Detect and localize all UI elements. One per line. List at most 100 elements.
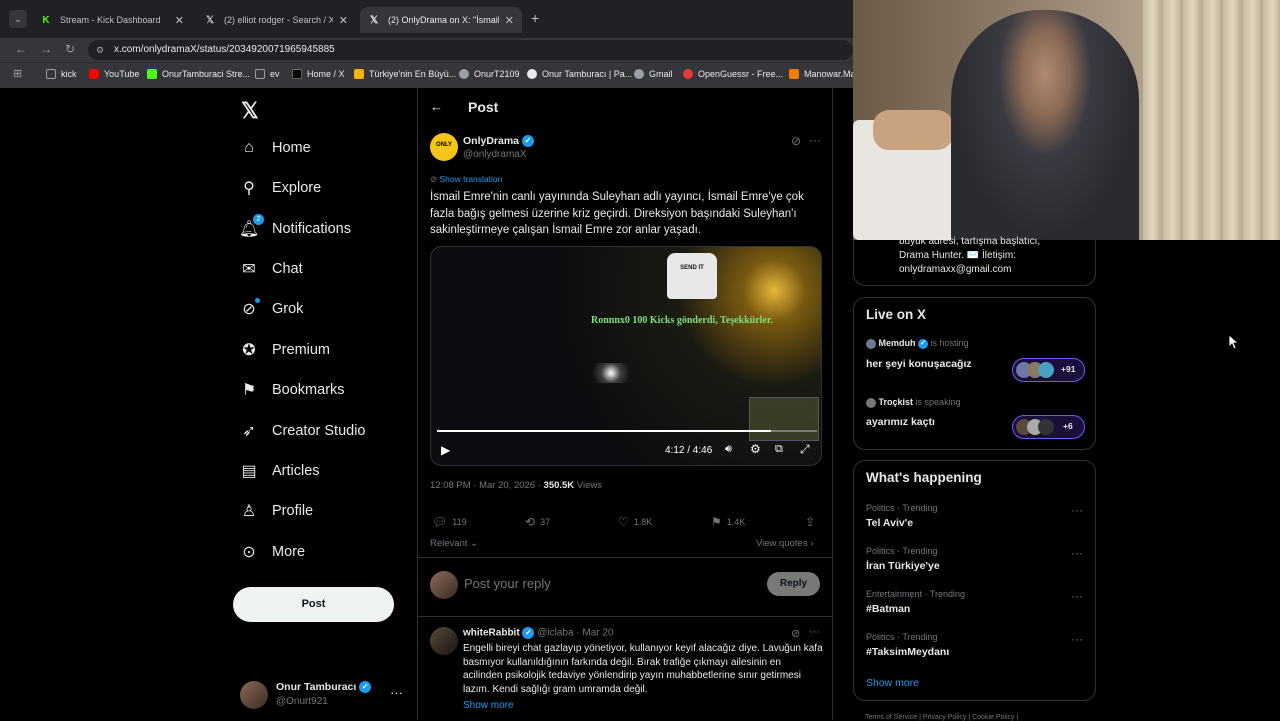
x-logo-icon[interactable]: 𝕏 <box>241 98 259 124</box>
reply-action[interactable]: 💬︎ 119 <box>432 515 467 529</box>
happening-title: What's happening <box>866 470 982 485</box>
video-player[interactable]: SEND IT Ronnnx0 100 Kicks gönderdi, Teşe… <box>430 246 822 466</box>
tab-search-button[interactable]: ⌄ <box>9 10 27 28</box>
bookmark-onur-tamburaci-pa[interactable]: Onur Tamburacı | Pa... <box>527 69 632 79</box>
show-translation-row[interactable]: ⊘ Show translation <box>430 174 502 185</box>
back-arrow-icon[interactable]: ← <box>430 99 443 114</box>
reply-button[interactable]: Reply <box>767 572 820 596</box>
account-switcher[interactable]: Onur Tamburacı ✓ @Onurt921 ··· <box>240 678 410 712</box>
show-more-link[interactable]: Show more <box>463 700 514 711</box>
forward-icon[interactable]: → <box>40 42 52 56</box>
more-icon[interactable]: ··· <box>809 133 821 147</box>
webcam-curtain <box>1143 0 1280 240</box>
author-name[interactable]: OnlyDrama <box>463 135 519 147</box>
more-icon[interactable]: ··· <box>1071 503 1083 517</box>
fullscreen-icon[interactable]: ⤢ <box>800 442 810 457</box>
live-on-x-card: Live on X Memduh ✓ is hosting her şeyi k… <box>853 297 1096 450</box>
bookmark-manowar[interactable]: Manowar.Mar <box>789 69 859 79</box>
heart-icon: ♡ <box>618 515 629 529</box>
bookmark-kick[interactable]: kick <box>46 69 77 79</box>
new-tab-button[interactable]: + <box>531 10 539 26</box>
like-action[interactable]: ♡ 1.8K <box>618 515 652 529</box>
navigation-bar: ← → ↻ ⚙ x.com/onlydramaX/status/20349200… <box>0 38 853 62</box>
trend-item[interactable]: Politics · Trending #TaksimMeydanı <box>866 632 1085 658</box>
reload-icon[interactable]: ↻ <box>65 42 75 56</box>
nav-label: Explore <box>272 180 322 196</box>
show-translation-link[interactable]: Show translation <box>440 174 503 184</box>
bookmark-onurtamburaci-stream[interactable]: OnurTamburaci Stre... <box>147 69 250 79</box>
bookmark-turkiye[interactable]: Türkiye'nin En Büyü... <box>354 69 456 79</box>
trend-category: Politics · Trending <box>866 546 938 556</box>
bookmark-home-x[interactable]: Home / X <box>292 69 345 79</box>
reply-avatar[interactable] <box>430 627 458 655</box>
tab-search-x[interactable]: 𝕏 (2) elliot rodger - Search / X ✕ <box>196 7 356 33</box>
live-item[interactable]: Memduh ✓ is hosting her şeyi konuşacağız… <box>854 338 1097 388</box>
more-icon[interactable]: ··· <box>1071 632 1083 646</box>
share-action[interactable]: ⇪ <box>805 515 820 529</box>
reply-author-name[interactable]: whiteRabbit <box>463 628 520 639</box>
bookmark-onurt2109[interactable]: OnurT2109 <box>459 69 520 79</box>
view-quotes-link[interactable]: View quotes › <box>756 538 813 549</box>
author-handle[interactable]: @onlydramaX <box>463 149 527 160</box>
grok-analyze-icon[interactable]: ⊘ <box>791 627 800 640</box>
grok-dot <box>255 298 260 303</box>
more-icon[interactable]: ··· <box>390 685 403 700</box>
close-tab-icon[interactable]: ✕ <box>339 14 348 27</box>
trend-item[interactable]: Entertainment · Trending #Batman <box>866 589 1085 615</box>
nav-explore[interactable]: ⚲ Explore <box>240 179 321 197</box>
avatar <box>240 681 268 709</box>
account-name-row: Onur Tamburacı ✓ <box>276 681 372 694</box>
nav-label: Bookmarks <box>272 382 345 398</box>
more-icon[interactable]: ··· <box>1071 589 1083 603</box>
address-bar[interactable]: ⚙ x.com/onlydramaX/status/20349200719659… <box>88 40 853 60</box>
play-icon[interactable]: ▶ <box>441 443 450 457</box>
pip-icon[interactable]: ⧉ <box>775 443 783 456</box>
sort-dropdown[interactable]: Relevant ⌄ <box>430 538 478 549</box>
live-item[interactable]: Troçkist is speaking ayarımız kaçtı +6 <box>854 397 1097 447</box>
bookmark-youtube[interactable]: YouTube <box>89 69 139 79</box>
video-progress-fill <box>437 430 772 432</box>
bookmark-action[interactable]: ⚑ 1.4K <box>711 515 745 529</box>
webcam-pillow <box>873 110 953 150</box>
more-icon[interactable]: ··· <box>809 626 820 638</box>
trend-item[interactable]: Politics · Trending İran Türkiye'ye <box>866 546 1085 572</box>
reply-input[interactable]: Post your reply <box>464 576 551 591</box>
show-more-link[interactable]: Show more <box>866 677 919 689</box>
tab-kick-dashboard[interactable]: K Stream - Kick Dashboard ✕ <box>32 7 192 33</box>
grok-analyze-icon[interactable]: ⊘ <box>791 134 801 148</box>
post-timestamp[interactable]: 12:08 PM · Mar 20, 2026 · <box>430 480 544 491</box>
nav-articles[interactable]: ▤ Articles <box>240 462 319 480</box>
nav-notifications[interactable]: 🔔︎ 2 Notifications <box>239 214 351 238</box>
nav-premium[interactable]: ✪ Premium <box>240 341 330 359</box>
reply-icon: 💬︎ <box>432 515 448 529</box>
nav-bookmarks[interactable]: ⚑ Bookmarks <box>240 381 345 399</box>
volume-icon[interactable]: 🔊︎ <box>725 443 732 456</box>
close-tab-icon[interactable]: ✕ <box>505 14 514 27</box>
close-tab-icon[interactable]: ✕ <box>175 14 184 27</box>
more-icon[interactable]: ··· <box>1071 546 1083 560</box>
author-avatar[interactable]: ONLY <box>430 133 458 161</box>
trend-item[interactable]: Politics · Trending Tel Aviv'e <box>866 503 1085 529</box>
site-icon <box>683 69 693 79</box>
nav-creator-studio[interactable]: ➶ Creator Studio <box>240 422 365 440</box>
nav-home[interactable]: ⌂ Home <box>240 139 311 157</box>
video-progress-track[interactable] <box>437 430 817 432</box>
nav-more[interactable]: ⊙ More <box>240 543 305 561</box>
settings-icon[interactable]: ⚙ <box>750 442 761 456</box>
bookmark-gmail[interactable]: Gmail <box>634 69 673 79</box>
nav-label: Home <box>272 140 311 156</box>
trend-name: Tel Aviv'e <box>866 517 914 529</box>
nav-grok[interactable]: ⊘ Grok <box>240 298 303 318</box>
bookmark-ev[interactable]: ev <box>255 69 280 79</box>
site-info-icon[interactable]: ⚙ <box>96 40 104 60</box>
verified-badge-icon: ✓ <box>359 681 372 694</box>
apps-icon[interactable]: ⊞ <box>13 67 22 80</box>
tab-onlydrama-post[interactable]: 𝕏 (2) OnlyDrama on X: "İsmail Em ✕ <box>360 7 522 33</box>
bookmark-openguessr[interactable]: OpenGuessr - Free... <box>683 69 783 79</box>
nav-chat[interactable]: ✉ Chat <box>240 260 302 278</box>
post-button[interactable]: Post <box>233 587 394 622</box>
repost-action[interactable]: ⟲ 37 <box>525 515 550 529</box>
reply-tweet[interactable]: whiteRabbit ✓ @iclaba · Mar 20 ⊘ ··· Eng… <box>418 618 832 720</box>
back-icon[interactable]: ← <box>15 42 27 56</box>
nav-profile[interactable]: ♙ Profile <box>240 502 313 520</box>
